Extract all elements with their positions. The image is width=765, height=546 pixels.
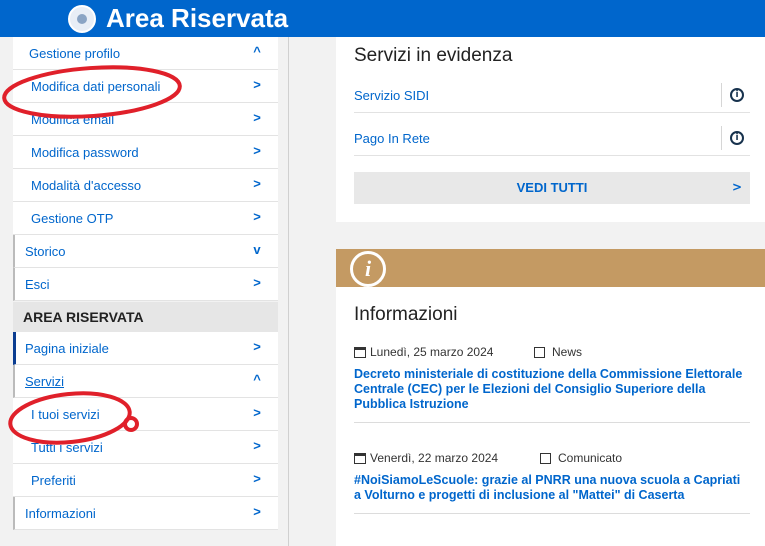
divider xyxy=(354,513,750,514)
featured-services-card: Servizi in evidenza Servizio SIDI i Pago… xyxy=(336,37,765,222)
newspaper-icon xyxy=(534,347,545,358)
news-title-link[interactable]: Decreto ministeriale di costituzione del… xyxy=(354,367,750,412)
sidebar-item-label: Pagina iniziale xyxy=(25,340,109,356)
sidebar-item-label: Tutti i servizi xyxy=(31,439,103,455)
chevron-right-icon: > xyxy=(253,275,261,290)
divider xyxy=(354,422,750,423)
news-date: Lunedì, 25 marzo 2024 xyxy=(370,345,494,359)
chevron-down-icon: v xyxy=(253,242,261,257)
chevron-right-icon: > xyxy=(253,77,261,92)
sidebar-item-label: Gestione profilo xyxy=(29,45,121,61)
sidebar-item-esci[interactable]: Esci > xyxy=(13,268,278,301)
section-header-area-riservata: AREA RISERVATA xyxy=(13,302,278,332)
service-row: Servizio SIDI i xyxy=(354,77,750,113)
section-title: AREA RISERVATA xyxy=(23,309,144,325)
info-banner: i xyxy=(336,249,765,287)
sidebar-item-label: I tuoi servizi xyxy=(31,406,100,422)
featured-heading: Servizi in evidenza xyxy=(354,45,513,66)
news-meta: Venerdì, 22 marzo 2024 Comunicato xyxy=(354,449,750,467)
chevron-up-icon: ^ xyxy=(253,372,261,387)
chevron-right-icon: > xyxy=(253,339,261,354)
sidebar-item-preferiti[interactable]: Preferiti > xyxy=(13,464,278,497)
sidebar-item-pagina-iniziale[interactable]: Pagina iniziale > xyxy=(13,332,278,365)
sidebar-item-label: Gestione OTP xyxy=(31,210,114,226)
sidebar-item-gestione-profilo[interactable]: Gestione profilo ^ xyxy=(13,37,278,70)
news-tag: News xyxy=(552,345,583,359)
chevron-right-icon: > xyxy=(253,176,261,191)
news-title-link[interactable]: #NoiSiamoLeScuole: grazie al PNRR una nu… xyxy=(354,473,750,503)
sidebar-item-informazioni[interactable]: Informazioni > xyxy=(13,497,278,530)
sidebar-item-servizi[interactable]: Servizi ^ xyxy=(13,365,278,398)
sidebar-item-modalita-accesso[interactable]: Modalità d'accesso > xyxy=(13,169,278,202)
sidebar-item-label: Informazioni xyxy=(25,505,96,521)
sidebar-item-tutti-i-servizi[interactable]: Tutti i servizi > xyxy=(13,431,278,464)
service-link-sidi[interactable]: Servizio SIDI xyxy=(354,88,429,103)
information-heading: Informazioni xyxy=(354,304,458,325)
chevron-right-icon: > xyxy=(253,209,261,224)
service-row: Pago In Rete i xyxy=(354,120,750,156)
sidebar-item-modifica-dati-personali[interactable]: Modifica dati personali > xyxy=(13,70,278,103)
info-icon: i xyxy=(350,251,386,287)
republic-emblem-icon xyxy=(68,5,96,33)
chevron-up-icon: ^ xyxy=(253,44,261,59)
chevron-right-icon: > xyxy=(731,180,742,194)
news-item: Lunedì, 25 marzo 2024 News Decreto minis… xyxy=(354,343,750,423)
chevron-right-icon: > xyxy=(253,504,261,519)
app-title: Area Riservata xyxy=(106,3,289,33)
sidebar-item-label: Esci xyxy=(25,276,50,292)
see-all-label: VEDI TUTTI xyxy=(516,180,588,195)
sidebar-item-label: Modifica dati personali xyxy=(31,78,161,94)
calendar-icon xyxy=(354,347,366,358)
info-icon[interactable]: i xyxy=(730,88,744,102)
service-link-pago-in-rete[interactable]: Pago In Rete xyxy=(354,131,430,146)
sidebar-item-label: Modalità d'accesso xyxy=(31,177,142,193)
information-card: i Informazioni Lunedì, 25 marzo 2024 New… xyxy=(336,249,765,546)
sidebar-item-modifica-password[interactable]: Modifica password > xyxy=(13,136,278,169)
chevron-right-icon: > xyxy=(253,143,261,158)
sidebar-item-gestione-otp[interactable]: Gestione OTP > xyxy=(13,202,278,235)
calendar-icon xyxy=(354,453,366,464)
info-icon[interactable]: i xyxy=(730,131,744,145)
news-date: Venerdì, 22 marzo 2024 xyxy=(370,451,499,465)
chevron-right-icon: > xyxy=(253,471,261,486)
sidebar: Gestione profilo ^ Modifica dati persona… xyxy=(0,37,289,546)
news-tag: Comunicato xyxy=(558,451,623,465)
area-menu: Pagina iniziale > Servizi ^ I tuoi servi… xyxy=(13,332,278,530)
sidebar-item-label: Servizi xyxy=(25,373,65,389)
sidebar-item-label: Modifica email xyxy=(31,111,115,127)
sidebar-item-i-tuoi-servizi[interactable]: I tuoi servizi > xyxy=(13,398,278,431)
sidebar-item-label: Storico xyxy=(25,243,66,259)
sidebar-item-label: Modifica password xyxy=(31,144,139,160)
row-separator xyxy=(721,83,722,107)
sidebar-item-label: Preferiti xyxy=(31,472,76,488)
news-item: Venerdì, 22 marzo 2024 Comunicato #NoiSi… xyxy=(354,449,750,514)
sidebar-item-modifica-email[interactable]: Modifica email > xyxy=(13,103,278,136)
sidebar-item-storico[interactable]: Storico v xyxy=(13,235,278,268)
document-icon xyxy=(540,453,551,464)
chevron-right-icon: > xyxy=(253,405,261,420)
news-meta: Lunedì, 25 marzo 2024 News xyxy=(354,343,750,361)
sidebar-divider xyxy=(288,37,289,546)
row-separator xyxy=(721,126,722,150)
see-all-button[interactable]: VEDI TUTTI > xyxy=(354,172,750,204)
chevron-right-icon: > xyxy=(253,438,261,453)
chevron-right-icon: > xyxy=(253,110,261,125)
top-bar: Area Riservata xyxy=(0,0,765,37)
profile-menu: Gestione profilo ^ Modifica dati persona… xyxy=(13,37,278,301)
